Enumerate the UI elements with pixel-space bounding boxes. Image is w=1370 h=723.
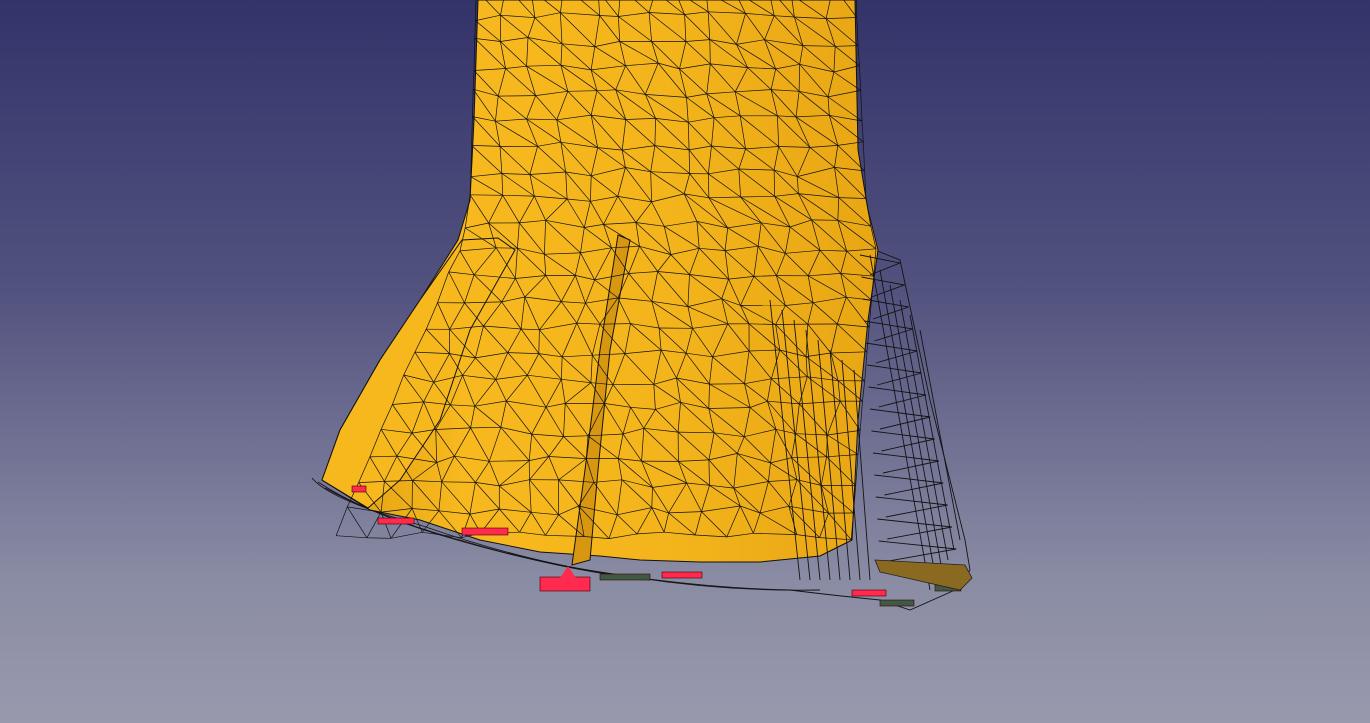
constraint-bar-marker (879, 599, 915, 607)
load-marker (874, 559, 973, 591)
mesh-edge (366, 537, 392, 539)
mesh-edge (861, 120, 864, 142)
wireframe-edge (868, 386, 927, 408)
3d-viewport[interactable] (0, 0, 1370, 723)
fixed-constraint-marker (851, 589, 887, 597)
mesh-edge (335, 506, 348, 536)
mesh-edge (474, 20, 476, 39)
wireframe-edge (889, 284, 943, 571)
mesh-edge (472, 89, 474, 117)
mesh-edge (473, 38, 476, 71)
mesh-edge (709, 39, 711, 64)
mesh-edge (857, 45, 860, 66)
fixed-constraint-marker (377, 517, 415, 525)
mesh-edge (336, 535, 367, 539)
mesh-edge (859, 65, 862, 91)
mesh-edge (470, 194, 503, 196)
mesh-edge (366, 511, 382, 538)
fixed-constraint-marker (351, 485, 367, 493)
constraint-bar-marker (599, 573, 651, 581)
fixed-constraint-marker (539, 576, 591, 592)
mesh-edge (498, 95, 536, 97)
mesh-edge (472, 70, 475, 90)
fixed-constraint-marker (461, 527, 509, 536)
mesh-edge (471, 116, 473, 146)
mesh-edge (475, 0, 477, 21)
wireframe-edge (899, 299, 949, 561)
fixed-constraint-marker (661, 571, 703, 579)
fem-scene[interactable] (0, 0, 1370, 723)
mesh-edge (859, 401, 863, 431)
wireframe-edge (879, 269, 937, 581)
mesh-body (321, 0, 879, 563)
mesh-edge (862, 141, 865, 171)
wireframe-edge (919, 329, 961, 541)
mesh-edge (855, 0, 858, 18)
mesh-edge (862, 380, 866, 402)
mesh-edge (860, 90, 863, 122)
mesh-edge (390, 531, 423, 539)
mesh-edge (864, 351, 868, 381)
mesh-edge (856, 17, 859, 46)
mesh-edge (347, 506, 368, 538)
mesh-edge (422, 531, 462, 539)
